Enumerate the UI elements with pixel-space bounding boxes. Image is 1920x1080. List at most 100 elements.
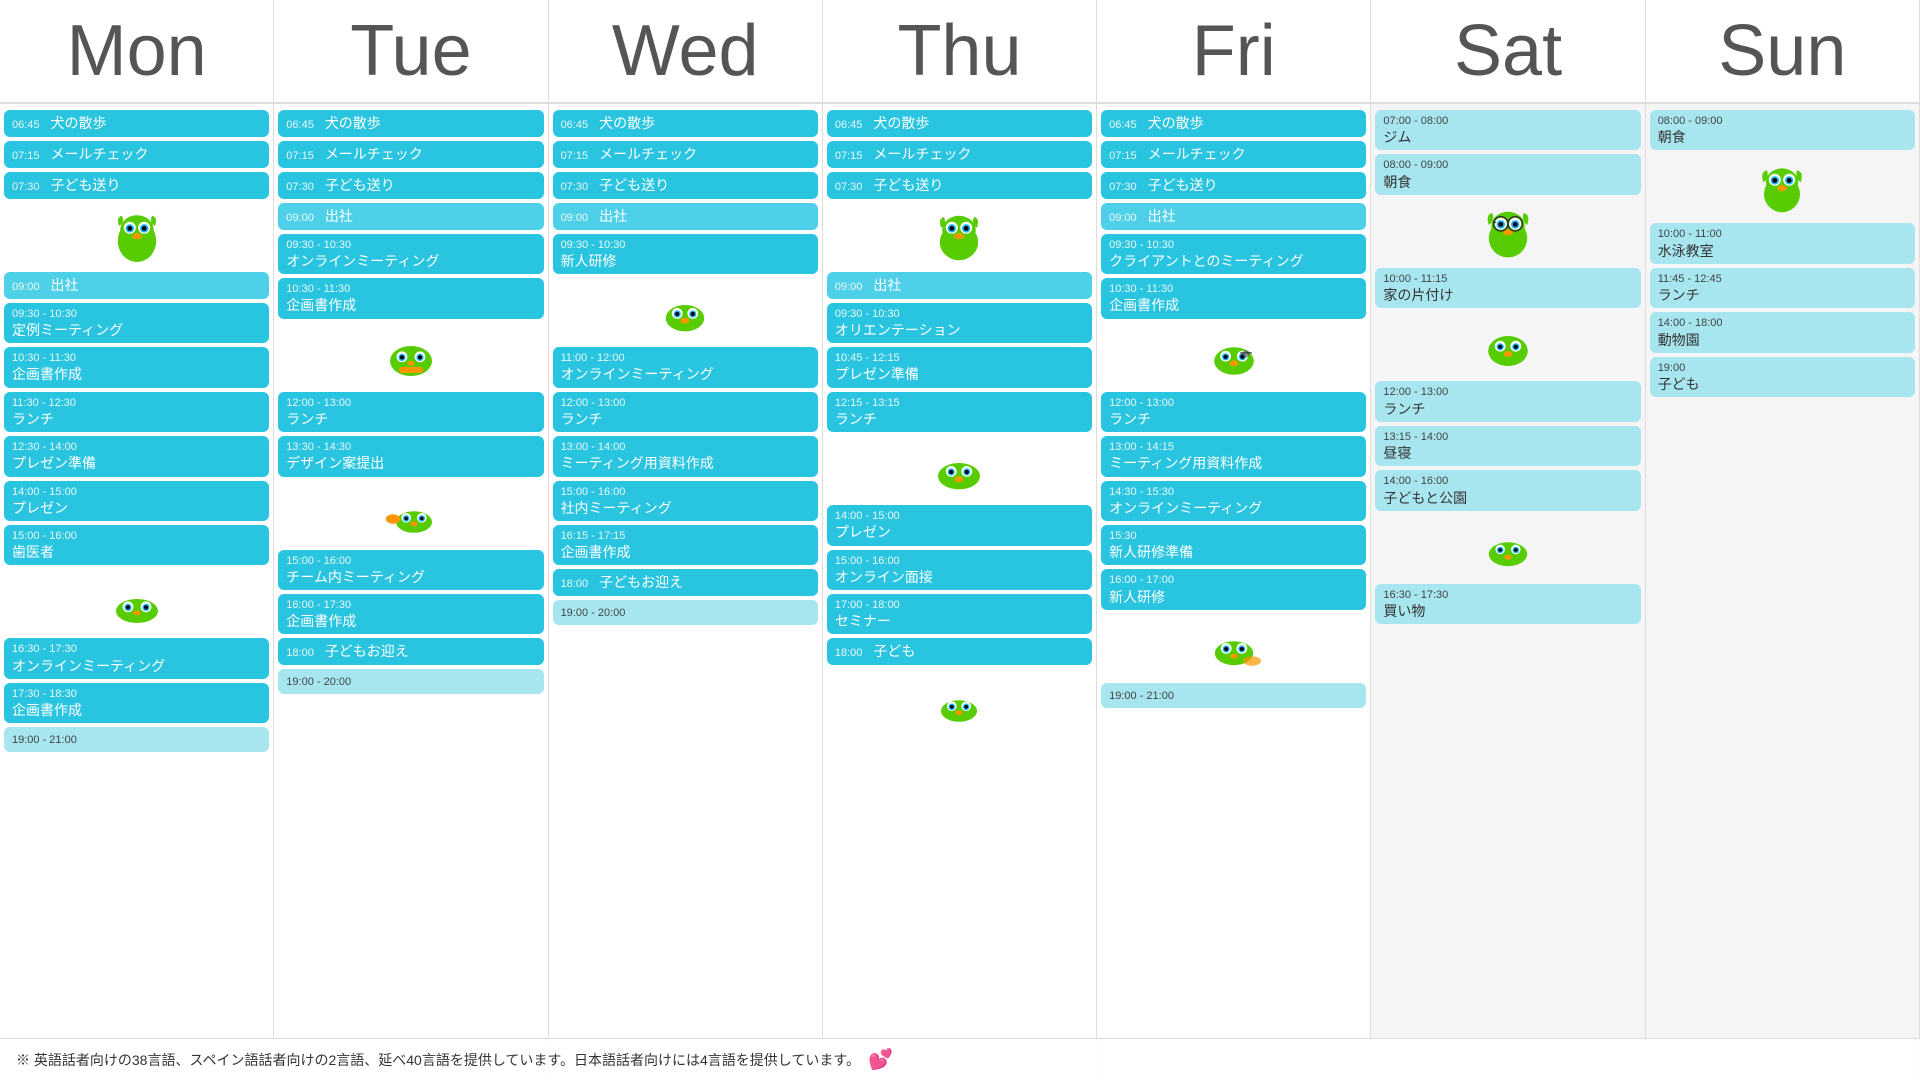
event-fri-10[interactable]: 15:30新人研修準備 <box>1101 525 1366 565</box>
event-sat-2[interactable]: 08:00 - 09:00朝食 <box>1375 154 1640 194</box>
event-tue-6[interactable]: 10:30 - 11:30企画書作成 <box>278 278 543 318</box>
event-thu-7[interactable]: 12:15 - 13:15ランチ <box>827 392 1092 432</box>
event-tue-10[interactable]: 16:00 - 17:30企画書作成 <box>278 594 543 634</box>
col-wed: 06:45 犬の散歩 07:15 メールチェック 07:30 子ども送り 09:… <box>549 104 823 1080</box>
header-sat: Sat <box>1371 0 1645 102</box>
col-fri: 06:45 犬の散歩 07:15 メールチェック 07:30 子ども送り 09:… <box>1097 104 1371 1080</box>
event-sun-5[interactable]: 19:00子ども <box>1650 357 1915 397</box>
event-sat-1[interactable]: 07:00 - 08:00ジム <box>1375 110 1640 150</box>
col-sat: 07:00 - 08:00ジム 08:00 - 09:00朝食 <box>1371 104 1645 1080</box>
event-thu-3[interactable]: 07:30 子ども送り <box>827 172 1092 199</box>
owl-thu-1 <box>827 203 1092 268</box>
event-thu-10[interactable]: 17:00 - 18:00セミナー <box>827 594 1092 634</box>
event-fri-3[interactable]: 07:30 子ども送り <box>1101 172 1366 199</box>
event-wed-12[interactable]: 19:00 - 20:00 <box>553 600 818 625</box>
event-wed-6[interactable]: 11:00 - 12:00オンラインミーティング <box>553 347 818 387</box>
event-wed-2[interactable]: 07:15 メールチェック <box>553 141 818 168</box>
event-thu-6[interactable]: 10:45 - 12:15プレゼン準備 <box>827 347 1092 387</box>
event-sat-6[interactable]: 14:00 - 16:00子どもと公園 <box>1375 470 1640 510</box>
event-fri-8[interactable]: 13:00 - 14:15ミーティング用資料作成 <box>1101 436 1366 476</box>
owl-sat-2 <box>1375 312 1640 377</box>
event-mon-12[interactable]: 17:30 - 18:30企画書作成 <box>4 683 269 723</box>
header-fri: Fri <box>1097 0 1371 102</box>
event-tue-5[interactable]: 09:30 - 10:30オンラインミーティング <box>278 234 543 274</box>
owl-thu-2 <box>827 436 1092 501</box>
event-sat-4[interactable]: 12:00 - 13:00ランチ <box>1375 381 1640 421</box>
event-mon-13[interactable]: 19:00 - 21:00 <box>4 727 269 752</box>
header-wed: Wed <box>549 0 823 102</box>
event-wed-10[interactable]: 16:15 - 17:15企画書作成 <box>553 525 818 565</box>
event-fri-1[interactable]: 06:45 犬の散歩 <box>1101 110 1366 137</box>
event-mon-5[interactable]: 09:30 - 10:30定例ミーティング <box>4 303 269 343</box>
event-thu-5[interactable]: 09:30 - 10:30オリエンテーション <box>827 303 1092 343</box>
event-fri-5[interactable]: 09:30 - 10:30クライアントとのミーティング <box>1101 234 1366 274</box>
event-mon-4[interactable]: 09:00 出社 <box>4 272 269 299</box>
owl-tue-2 <box>278 481 543 546</box>
owl-thu-3 <box>827 669 1092 734</box>
owl-fri-1 <box>1101 323 1366 388</box>
event-thu-2[interactable]: 07:15 メールチェック <box>827 141 1092 168</box>
event-fri-2[interactable]: 07:15 メールチェック <box>1101 141 1366 168</box>
event-thu-9[interactable]: 15:00 - 16:00オンライン面接 <box>827 550 1092 590</box>
calendar-container: Mon Tue Wed Thu Fri Sat Sun 06:45 犬の散歩 0… <box>0 0 1920 1080</box>
event-fri-11[interactable]: 16:00 - 17:00新人研修 <box>1101 569 1366 609</box>
event-sun-1[interactable]: 08:00 - 09:00朝食 <box>1650 110 1915 150</box>
event-mon-6[interactable]: 10:30 - 11:30企画書作成 <box>4 347 269 387</box>
event-fri-7[interactable]: 12:00 - 13:00ランチ <box>1101 392 1366 432</box>
hearts-icon: 💕 <box>868 1047 893 1072</box>
event-wed-9[interactable]: 15:00 - 16:00社内ミーティング <box>553 481 818 521</box>
event-wed-4[interactable]: 09:00 出社 <box>553 203 818 230</box>
event-fri-12[interactable]: 19:00 - 21:00 <box>1101 683 1366 708</box>
event-sun-3[interactable]: 11:45 - 12:45ランチ <box>1650 268 1915 308</box>
col-thu: 06:45 犬の散歩 07:15 メールチェック 07:30 子ども送り <box>823 104 1097 1080</box>
event-mon-1[interactable]: 06:45 犬の散歩 <box>4 110 269 137</box>
body-row: 06:45 犬の散歩 07:15 メールチェック 07:30 子ども送り <box>0 104 1920 1080</box>
col-sun: 08:00 - 09:00朝食 10:00 - 11:00水泳教室 1 <box>1646 104 1920 1080</box>
owl-mon-2 <box>4 569 269 634</box>
event-wed-7[interactable]: 12:00 - 13:00ランチ <box>553 392 818 432</box>
event-wed-11[interactable]: 18:00 子どもお迎え <box>553 569 818 596</box>
event-thu-1[interactable]: 06:45 犬の散歩 <box>827 110 1092 137</box>
bottom-notice: ※ 英語話者向けの38言語、スペイン語話者向けの2言語、延べ40言語を提供してい… <box>0 1038 1920 1080</box>
event-tue-2[interactable]: 07:15 メールチェック <box>278 141 543 168</box>
col-tue: 06:45 犬の散歩 07:15 メールチェック 07:30 子ども送り 09:… <box>274 104 548 1080</box>
owl-fri-2 <box>1101 614 1366 679</box>
event-mon-11[interactable]: 16:30 - 17:30オンラインミーティング <box>4 638 269 678</box>
event-tue-1[interactable]: 06:45 犬の散歩 <box>278 110 543 137</box>
event-thu-11[interactable]: 18:00 子ども <box>827 638 1092 665</box>
owl-tue-1 <box>278 323 543 388</box>
event-mon-9[interactable]: 14:00 - 15:00プレゼン <box>4 481 269 521</box>
event-tue-7[interactable]: 12:00 - 13:00ランチ <box>278 392 543 432</box>
event-wed-3[interactable]: 07:30 子ども送り <box>553 172 818 199</box>
header-mon: Mon <box>0 0 274 102</box>
event-thu-4[interactable]: 09:00 出社 <box>827 272 1092 299</box>
owl-wed-1 <box>553 278 818 343</box>
event-mon-10[interactable]: 15:00 - 16:00歯医者 <box>4 525 269 565</box>
event-sat-3[interactable]: 10:00 - 11:15家の片付け <box>1375 268 1640 308</box>
event-tue-3[interactable]: 07:30 子ども送り <box>278 172 543 199</box>
event-tue-8[interactable]: 13:30 - 14:30デザイン案提出 <box>278 436 543 476</box>
event-fri-4[interactable]: 09:00 出社 <box>1101 203 1366 230</box>
event-tue-12[interactable]: 19:00 - 20:00 <box>278 669 543 694</box>
event-mon-3[interactable]: 07:30 子ども送り <box>4 172 269 199</box>
owl-sun-1 <box>1650 154 1915 219</box>
event-mon-8[interactable]: 12:30 - 14:00プレゼン準備 <box>4 436 269 476</box>
event-mon-2[interactable]: 07:15 メールチェック <box>4 141 269 168</box>
event-sat-5[interactable]: 13:15 - 14:00昼寝 <box>1375 426 1640 466</box>
event-thu-8[interactable]: 14:00 - 15:00プレゼン <box>827 505 1092 545</box>
event-fri-6[interactable]: 10:30 - 11:30企画書作成 <box>1101 278 1366 318</box>
event-mon-7[interactable]: 11:30 - 12:30ランチ <box>4 392 269 432</box>
header-row: Mon Tue Wed Thu Fri Sat Sun <box>0 0 1920 104</box>
event-tue-9[interactable]: 15:00 - 16:00チーム内ミーティング <box>278 550 543 590</box>
header-tue: Tue <box>274 0 548 102</box>
event-sat-7[interactable]: 16:30 - 17:30買い物 <box>1375 584 1640 624</box>
event-sun-4[interactable]: 14:00 - 18:00動物園 <box>1650 312 1915 352</box>
event-tue-11[interactable]: 18:00 子どもお迎え <box>278 638 543 665</box>
event-fri-9[interactable]: 14:30 - 15:30オンラインミーティング <box>1101 481 1366 521</box>
event-tue-4[interactable]: 09:00 出社 <box>278 203 543 230</box>
event-sun-2[interactable]: 10:00 - 11:00水泳教室 <box>1650 223 1915 263</box>
event-wed-5[interactable]: 09:30 - 10:30新人研修 <box>553 234 818 274</box>
event-wed-1[interactable]: 06:45 犬の散歩 <box>553 110 818 137</box>
event-wed-8[interactable]: 13:00 - 14:00ミーティング用資料作成 <box>553 436 818 476</box>
header-sun: Sun <box>1646 0 1920 102</box>
